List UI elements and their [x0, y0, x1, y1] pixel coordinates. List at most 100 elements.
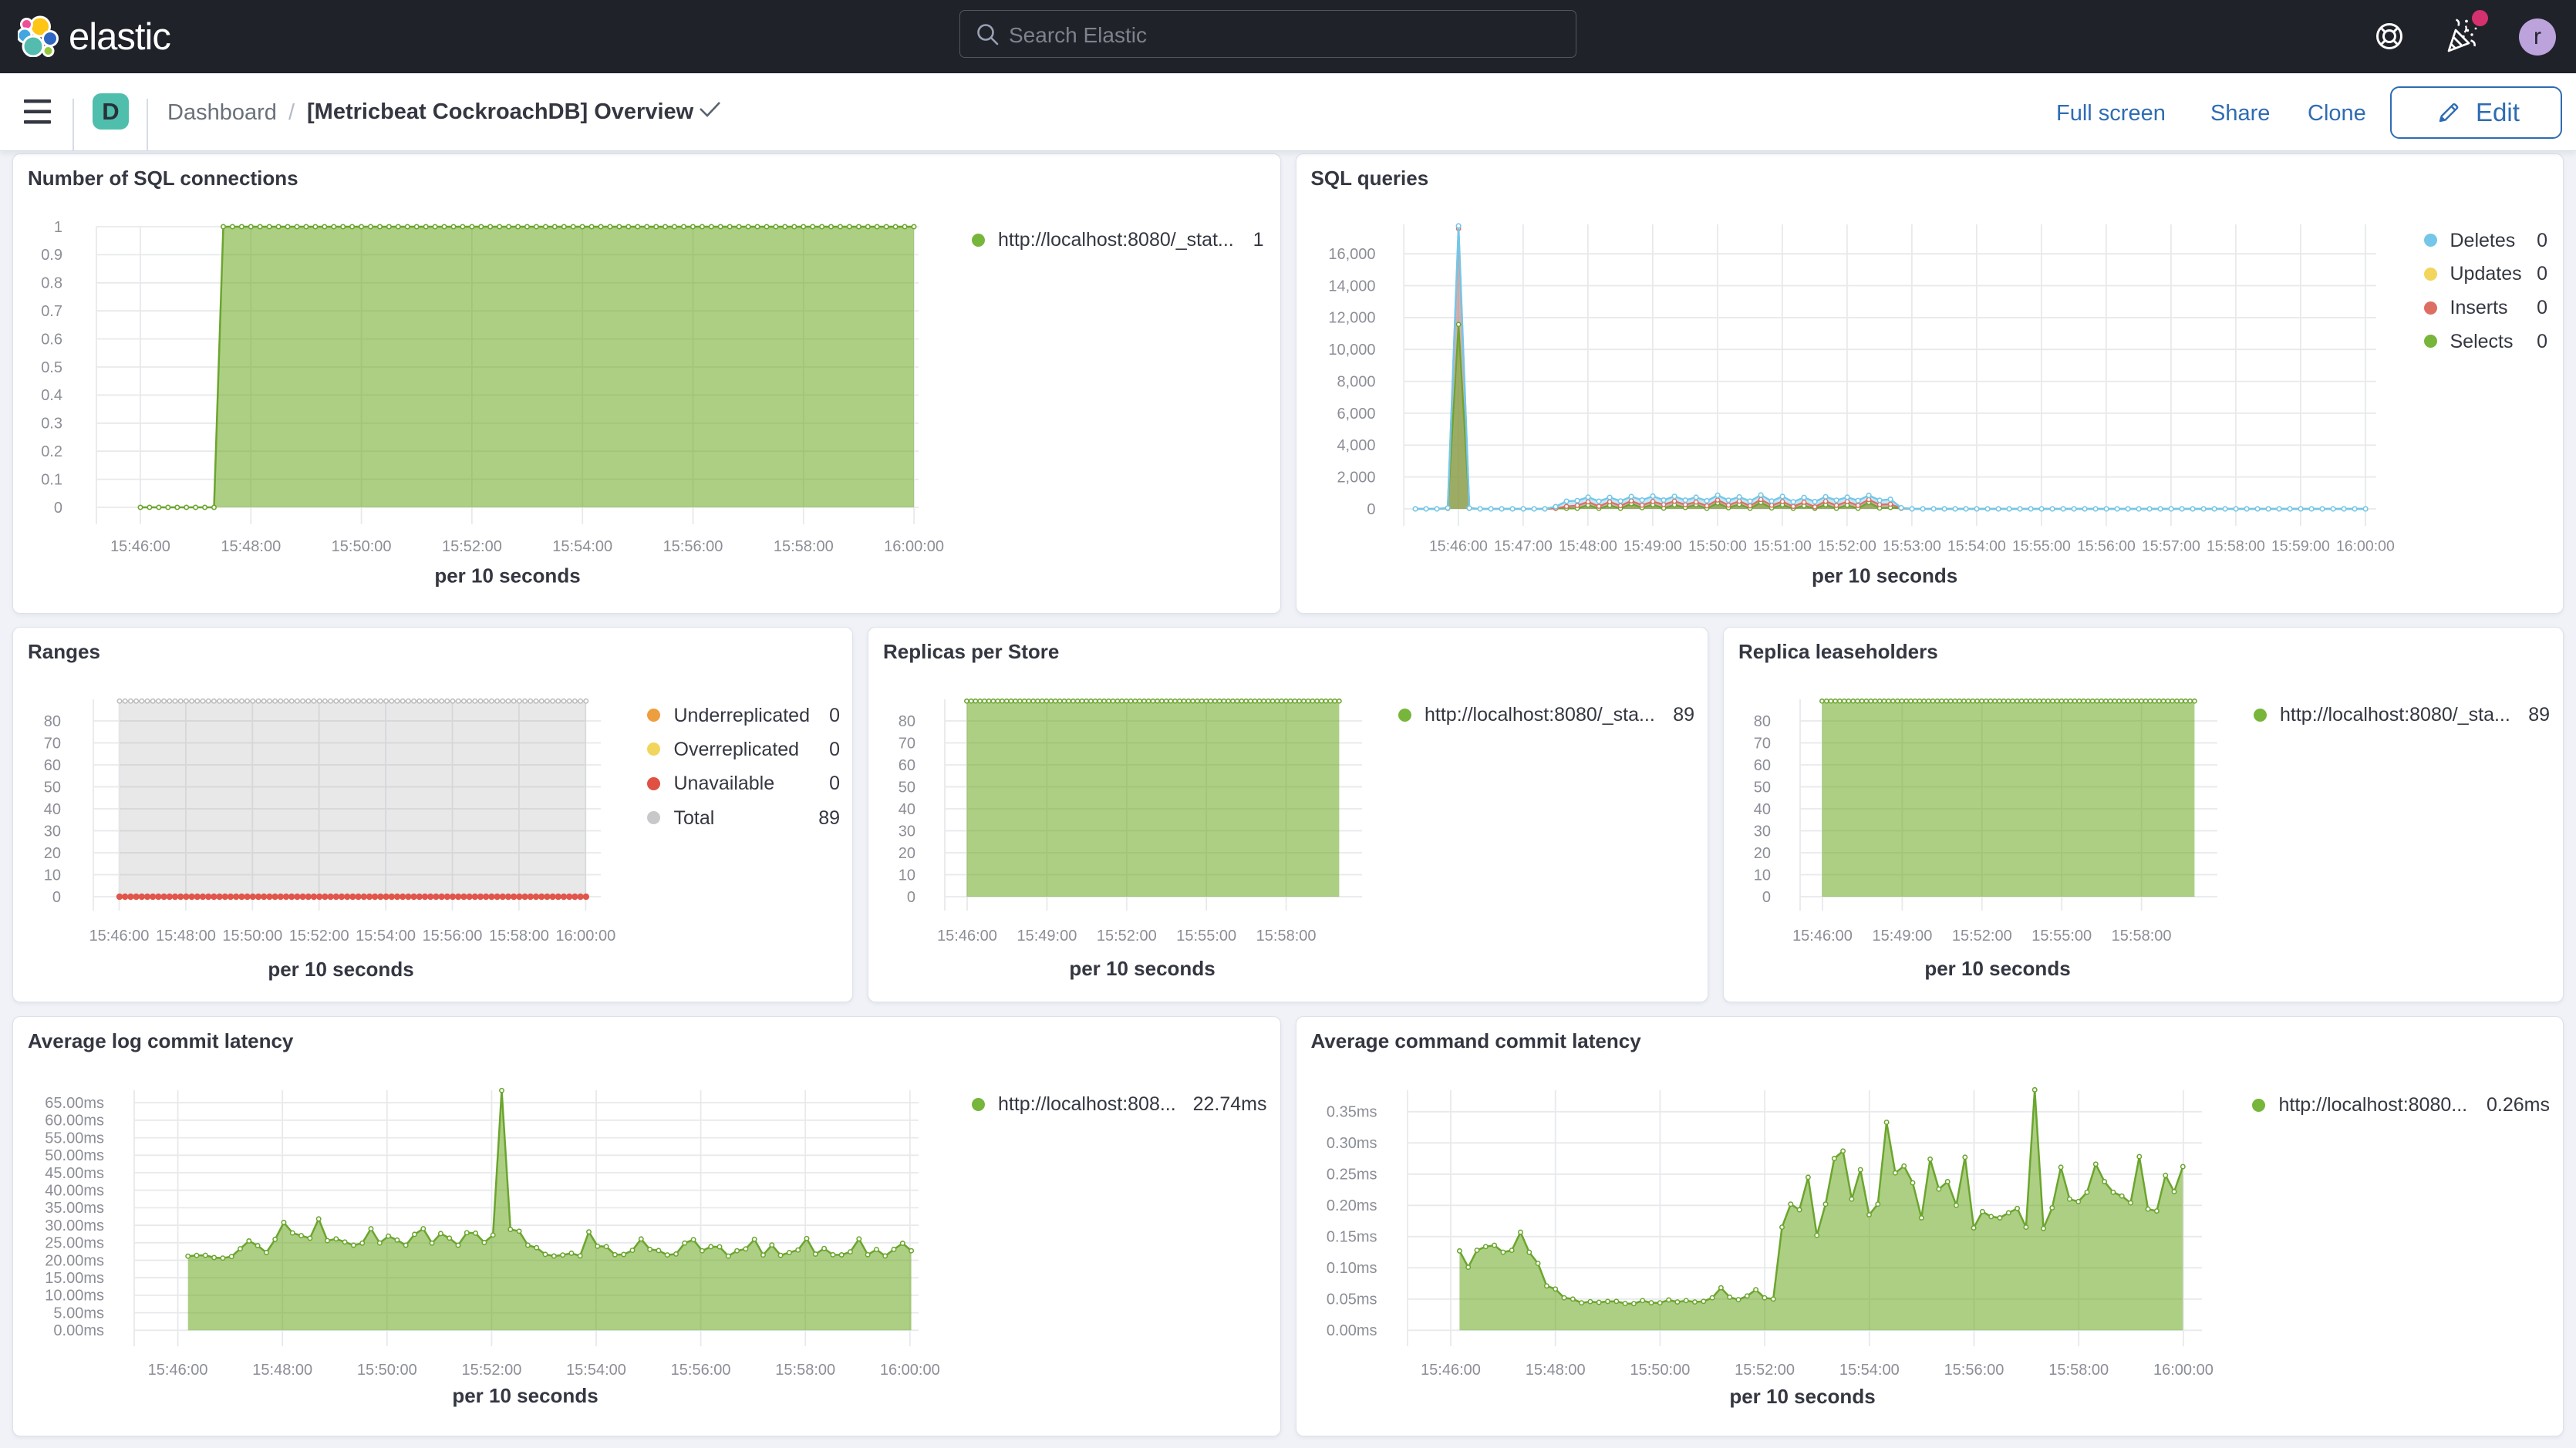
svg-text:15:54:00: 15:54:00: [566, 1362, 626, 1379]
svg-text:80: 80: [1754, 713, 1771, 730]
svg-text:40: 40: [899, 801, 915, 818]
svg-text:15:58:00: 15:58:00: [2206, 538, 2264, 555]
svg-text:per 10 seconds: per 10 seconds: [452, 1384, 598, 1407]
svg-text:10,000: 10,000: [1328, 342, 1375, 359]
svg-text:0.3: 0.3: [41, 416, 62, 433]
svg-text:15:52:00: 15:52:00: [1952, 928, 2012, 945]
svg-text:15:50:00: 15:50:00: [1630, 1362, 1690, 1379]
svg-text:15:56:00: 15:56:00: [2076, 538, 2135, 555]
svg-text:80: 80: [44, 713, 61, 730]
svg-text:0.8: 0.8: [41, 275, 62, 292]
svg-text:70: 70: [44, 735, 61, 752]
svg-text:per 10 seconds: per 10 seconds: [1729, 1385, 1875, 1408]
svg-text:15:56:00: 15:56:00: [423, 928, 483, 945]
svg-text:15:56:00: 15:56:00: [1944, 1362, 2004, 1379]
svg-text:30: 30: [1754, 823, 1771, 840]
svg-text:15:52:00: 15:52:00: [1817, 538, 1876, 555]
svg-text:16:00:00: 16:00:00: [884, 538, 944, 555]
svg-text:15:51:00: 15:51:00: [1752, 538, 1811, 555]
svg-text:0.9: 0.9: [41, 247, 62, 264]
svg-text:25.00ms: 25.00ms: [45, 1235, 104, 1252]
svg-text:per 10 seconds: per 10 seconds: [268, 958, 413, 981]
svg-text:15:50:00: 15:50:00: [332, 538, 392, 555]
svg-text:10: 10: [1754, 867, 1771, 884]
svg-text:per 10 seconds: per 10 seconds: [1924, 957, 2070, 980]
svg-text:6,000: 6,000: [1337, 406, 1375, 423]
svg-text:20.00ms: 20.00ms: [45, 1252, 104, 1269]
svg-text:30.00ms: 30.00ms: [45, 1217, 104, 1234]
svg-text:0: 0: [1762, 889, 1771, 906]
svg-text:80: 80: [899, 713, 915, 730]
svg-text:15:46:00: 15:46:00: [1421, 1362, 1481, 1379]
svg-text:14,000: 14,000: [1328, 278, 1375, 295]
svg-text:30: 30: [899, 823, 915, 840]
svg-text:per 10 seconds: per 10 seconds: [1811, 564, 1957, 587]
svg-text:50: 50: [1754, 779, 1771, 796]
svg-text:5.00ms: 5.00ms: [53, 1305, 104, 1322]
svg-text:70: 70: [1754, 735, 1771, 752]
svg-text:0.15ms: 0.15ms: [1326, 1229, 1377, 1246]
svg-text:40: 40: [1754, 801, 1771, 818]
svg-text:0: 0: [52, 889, 61, 906]
svg-text:15:58:00: 15:58:00: [2112, 928, 2172, 945]
svg-text:15:48:00: 15:48:00: [221, 538, 281, 555]
svg-text:15:46:00: 15:46:00: [89, 928, 150, 945]
svg-text:10: 10: [44, 867, 61, 884]
svg-text:50.00ms: 50.00ms: [45, 1147, 104, 1164]
svg-text:0.7: 0.7: [41, 303, 62, 320]
svg-text:15.00ms: 15.00ms: [45, 1270, 104, 1287]
svg-text:0: 0: [1367, 501, 1375, 518]
svg-text:per 10 seconds: per 10 seconds: [434, 564, 580, 587]
svg-text:15:48:00: 15:48:00: [156, 928, 216, 945]
svg-text:15:52:00: 15:52:00: [1097, 928, 1157, 945]
svg-text:15:52:00: 15:52:00: [442, 538, 502, 555]
svg-text:15:46:00: 15:46:00: [1428, 538, 1487, 555]
svg-text:15:48:00: 15:48:00: [1558, 538, 1617, 555]
svg-text:15:58:00: 15:58:00: [775, 1362, 835, 1379]
svg-text:0.1: 0.1: [41, 471, 62, 488]
svg-text:15:50:00: 15:50:00: [357, 1362, 417, 1379]
svg-text:50: 50: [44, 779, 61, 796]
svg-text:50: 50: [899, 779, 915, 796]
svg-text:0: 0: [54, 500, 62, 517]
svg-text:15:46:00: 15:46:00: [110, 538, 170, 555]
svg-text:15:58:00: 15:58:00: [2048, 1362, 2109, 1379]
svg-text:16:00:00: 16:00:00: [2153, 1362, 2213, 1379]
svg-text:15:50:00: 15:50:00: [1688, 538, 1746, 555]
svg-text:40: 40: [44, 801, 61, 818]
svg-text:8,000: 8,000: [1337, 373, 1375, 390]
svg-text:16,000: 16,000: [1328, 246, 1375, 263]
svg-text:15:54:00: 15:54:00: [552, 538, 612, 555]
svg-text:60: 60: [44, 757, 61, 774]
svg-text:16:00:00: 16:00:00: [2335, 538, 2394, 555]
svg-text:1: 1: [54, 219, 62, 236]
svg-text:15:50:00: 15:50:00: [222, 928, 282, 945]
svg-text:15:56:00: 15:56:00: [663, 538, 723, 555]
svg-text:15:55:00: 15:55:00: [2011, 538, 2070, 555]
svg-text:15:54:00: 15:54:00: [356, 928, 416, 945]
svg-text:2,000: 2,000: [1337, 469, 1375, 486]
svg-text:60: 60: [1754, 757, 1771, 774]
svg-text:35.00ms: 35.00ms: [45, 1200, 104, 1217]
svg-text:60: 60: [899, 757, 915, 774]
svg-text:30: 30: [44, 823, 61, 840]
svg-text:0.00ms: 0.00ms: [1326, 1322, 1377, 1339]
svg-text:0.25ms: 0.25ms: [1326, 1167, 1377, 1184]
svg-text:16:00:00: 16:00:00: [880, 1362, 940, 1379]
svg-text:10: 10: [899, 867, 915, 884]
svg-text:15:46:00: 15:46:00: [148, 1362, 208, 1379]
svg-text:65.00ms: 65.00ms: [45, 1095, 104, 1112]
svg-text:15:46:00: 15:46:00: [937, 928, 997, 945]
svg-text:60.00ms: 60.00ms: [45, 1113, 104, 1130]
svg-text:15:58:00: 15:58:00: [489, 928, 549, 945]
svg-text:40.00ms: 40.00ms: [45, 1183, 104, 1200]
svg-text:0.05ms: 0.05ms: [1326, 1291, 1377, 1308]
svg-text:15:48:00: 15:48:00: [1525, 1362, 1585, 1379]
svg-text:70: 70: [899, 735, 915, 752]
svg-text:4,000: 4,000: [1337, 437, 1375, 454]
svg-text:0.20ms: 0.20ms: [1326, 1197, 1377, 1214]
svg-text:20: 20: [899, 845, 915, 862]
svg-text:15:54:00: 15:54:00: [1947, 538, 2005, 555]
svg-text:15:47:00: 15:47:00: [1493, 538, 1552, 555]
svg-text:0.10ms: 0.10ms: [1326, 1260, 1377, 1277]
